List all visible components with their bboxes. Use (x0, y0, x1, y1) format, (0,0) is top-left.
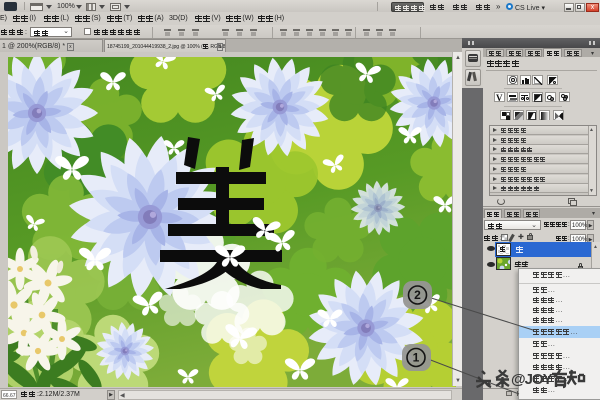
svg-text:1: 1 (413, 351, 420, 365)
svg-text:2: 2 (414, 288, 421, 302)
